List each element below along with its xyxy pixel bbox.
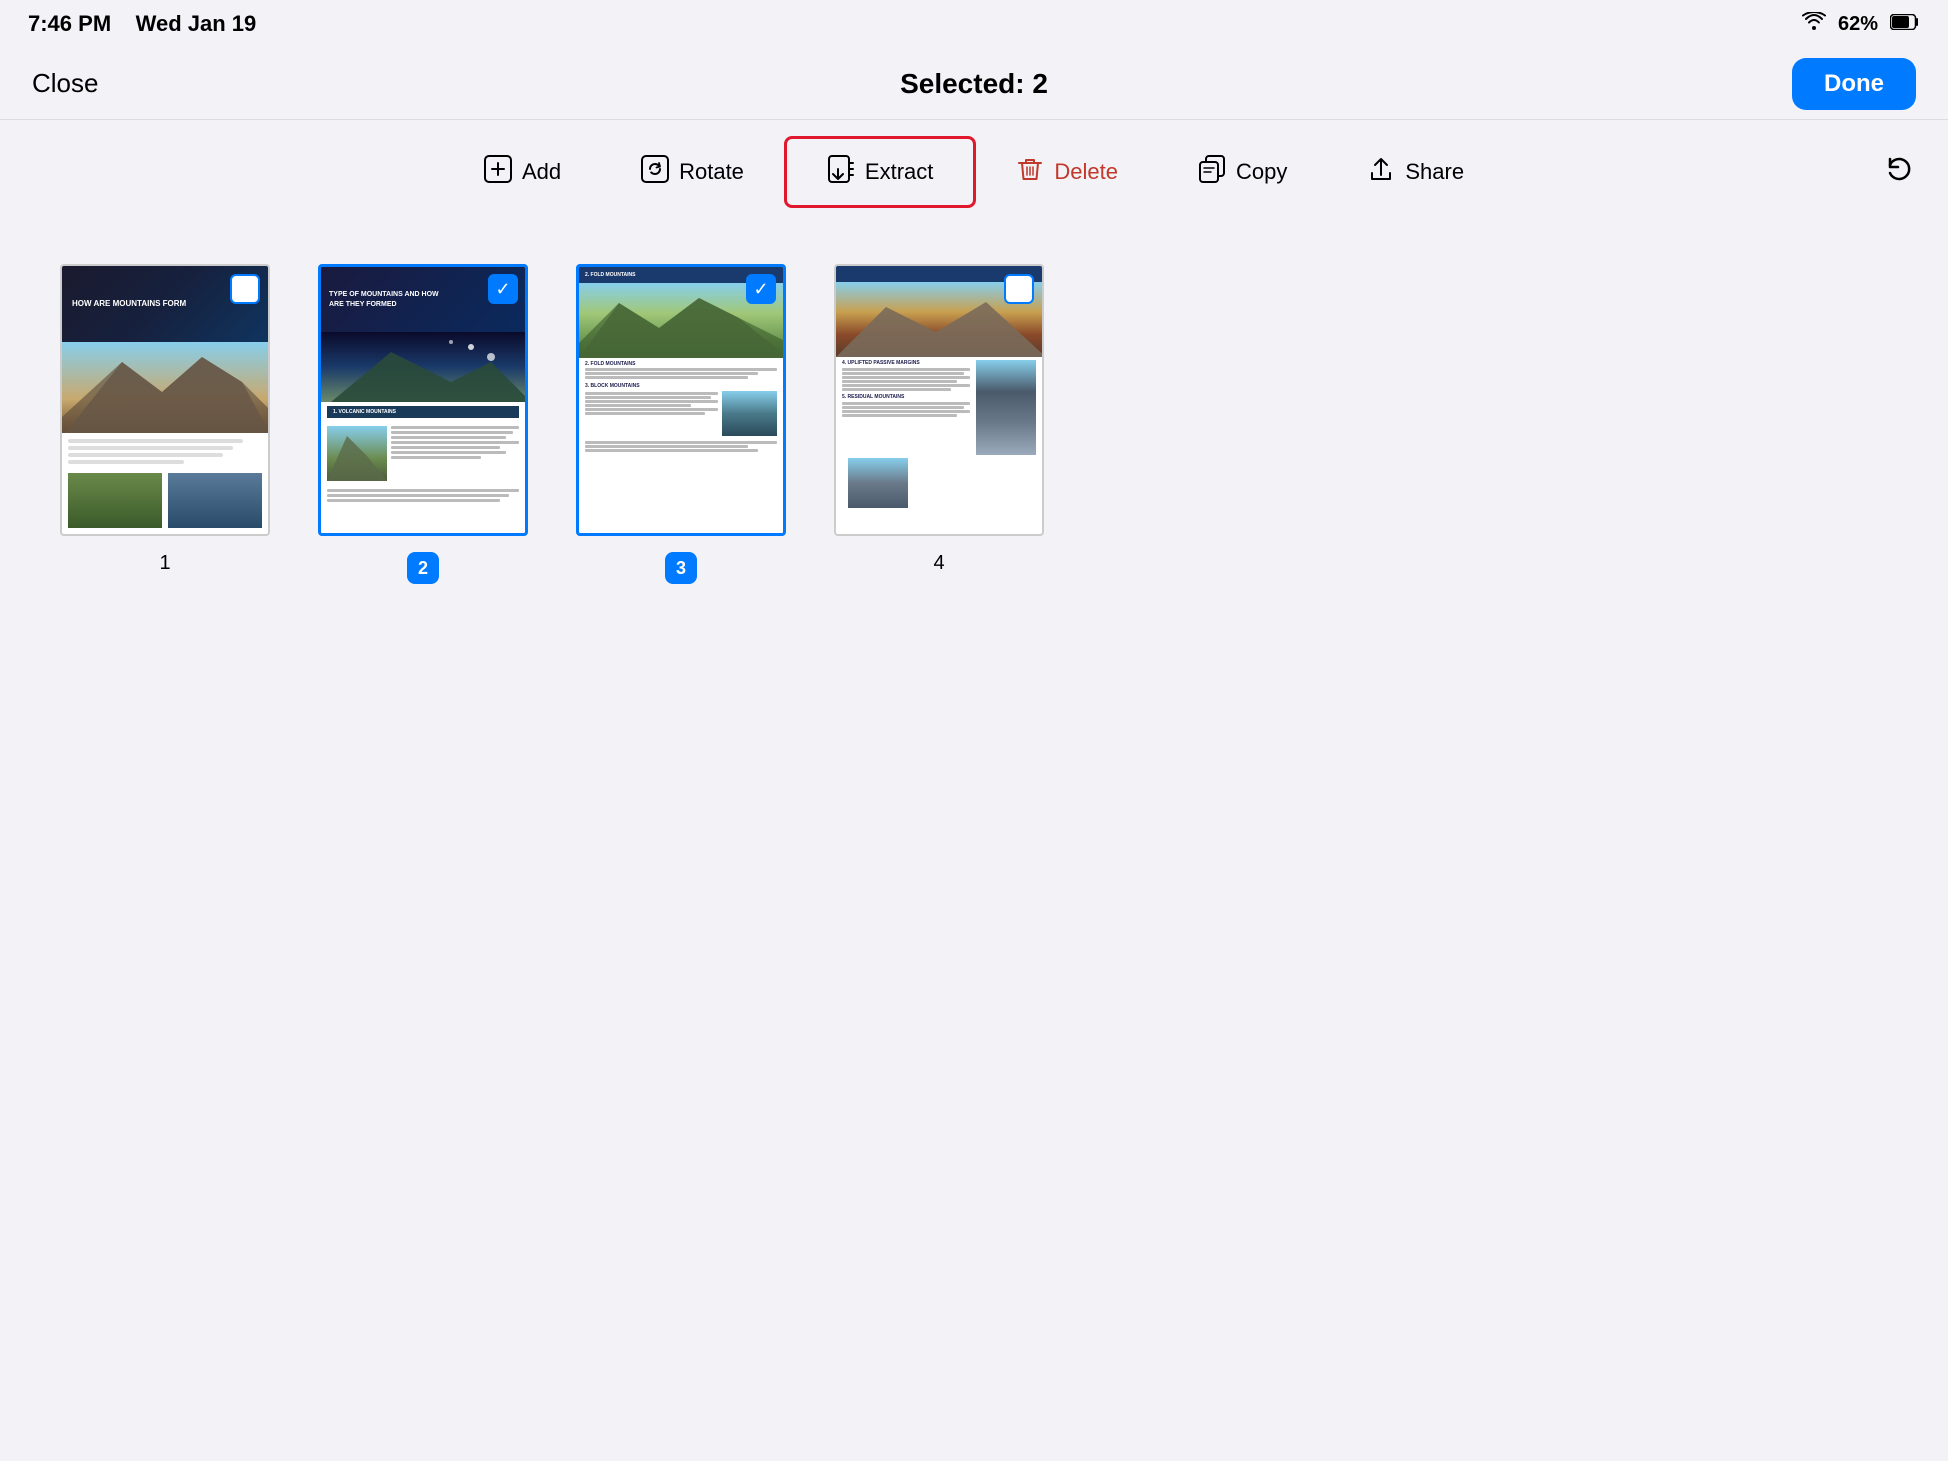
page-thumb-wrapper-2[interactable]: TYPE OF MOUNTAINS AND HOWARE THEY FORMED <box>318 264 528 536</box>
delete-label: Delete <box>1054 159 1118 185</box>
rotate-button[interactable]: Rotate <box>601 139 784 205</box>
add-label: Add <box>522 159 561 185</box>
copy-button[interactable]: Copy <box>1158 139 1327 205</box>
page-item-4[interactable]: 4. UPLIFTED PASSIVE MARGINS 5. RESIDUAL … <box>834 264 1044 575</box>
page4-bottom-image <box>842 458 1042 512</box>
page2-header-text: TYPE OF MOUNTAINS AND HOWARE THEY FORMED <box>329 290 439 308</box>
page1-number: 1 <box>159 552 170 575</box>
status-indicators: 62% <box>1802 12 1920 36</box>
page4-side-image <box>976 360 1036 455</box>
page2-hero-image <box>321 332 525 402</box>
page4-checkbox[interactable] <box>1004 274 1034 304</box>
battery-percentage: 62% <box>1838 13 1878 36</box>
extract-button[interactable]: Extract <box>784 136 976 208</box>
page1-header-text: HOW ARE MOUNTAINS FORM <box>72 299 186 309</box>
page2-checkbox[interactable]: ✓ <box>488 274 518 304</box>
extract-label: Extract <box>865 159 933 185</box>
page3-checkbox[interactable]: ✓ <box>746 274 776 304</box>
status-date: Wed Jan 19 <box>136 11 257 36</box>
toolbar: Add Rotate Extract <box>0 120 1948 224</box>
page-item-3[interactable]: 2. FOLD MOUNTAINS <box>576 264 786 584</box>
battery-icon <box>1890 13 1920 36</box>
page3-header-text: 2. FOLD MOUNTAINS <box>585 272 635 278</box>
share-button[interactable]: Share <box>1327 139 1504 205</box>
selection-title: Selected: 2 <box>900 68 1048 100</box>
close-button[interactable]: Close <box>32 68 98 99</box>
page1-checkbox[interactable] <box>230 274 260 304</box>
copy-label: Copy <box>1236 159 1287 185</box>
page1-text-area <box>62 433 268 473</box>
page-thumb-wrapper-1[interactable]: HOW ARE MOUNTAINS FORM <box>60 264 270 536</box>
done-button[interactable]: Done <box>1792 58 1916 110</box>
page2-text-block <box>391 426 519 481</box>
page-thumb-wrapper-4[interactable]: 4. UPLIFTED PASSIVE MARGINS 5. RESIDUAL … <box>834 264 1044 536</box>
rotate-icon <box>641 155 669 189</box>
delete-icon <box>1016 155 1044 189</box>
page2-content <box>321 422 525 485</box>
page4-number: 4 <box>933 552 944 575</box>
status-time: 7:46 PM <box>28 11 111 36</box>
pages-grid: HOW ARE MOUNTAINS FORM <box>0 224 1948 624</box>
page4-text-block: 4. UPLIFTED PASSIVE MARGINS 5. RESIDUAL … <box>842 360 970 455</box>
extract-icon <box>827 155 855 189</box>
page-thumb-1[interactable]: HOW ARE MOUNTAINS FORM <box>60 264 270 536</box>
page2-number: 2 <box>407 552 439 584</box>
page-thumb-wrapper-3[interactable]: 2. FOLD MOUNTAINS <box>576 264 786 536</box>
add-icon <box>484 155 512 189</box>
page-item-2[interactable]: TYPE OF MOUNTAINS AND HOWARE THEY FORMED <box>318 264 528 584</box>
page-thumb-2[interactable]: TYPE OF MOUNTAINS AND HOWARE THEY FORMED <box>318 264 528 536</box>
rotate-label: Rotate <box>679 159 744 185</box>
add-button[interactable]: Add <box>444 139 601 205</box>
page3-small-image <box>722 391 777 436</box>
copy-icon <box>1198 155 1226 189</box>
share-icon <box>1367 155 1395 189</box>
status-bar: 7:46 PM Wed Jan 19 62% <box>0 0 1948 48</box>
page1-mountain-image <box>62 342 268 433</box>
page-item-1[interactable]: HOW ARE MOUNTAINS FORM <box>60 264 270 575</box>
wifi-icon <box>1802 12 1826 36</box>
undo-button[interactable] <box>1884 155 1916 190</box>
page-thumb-4[interactable]: 4. UPLIFTED PASSIVE MARGINS 5. RESIDUAL … <box>834 264 1044 536</box>
status-time-date: 7:46 PM Wed Jan 19 <box>28 11 256 37</box>
page2-small-image <box>327 426 387 481</box>
page3-number: 3 <box>665 552 697 584</box>
page-thumb-3[interactable]: 2. FOLD MOUNTAINS <box>576 264 786 536</box>
page2-section-title: 1. VOLCANIC MOUNTAINS <box>327 406 519 418</box>
delete-button[interactable]: Delete <box>976 139 1158 205</box>
nav-bar: Close Selected: 2 Done <box>0 48 1948 120</box>
share-label: Share <box>1405 159 1464 185</box>
